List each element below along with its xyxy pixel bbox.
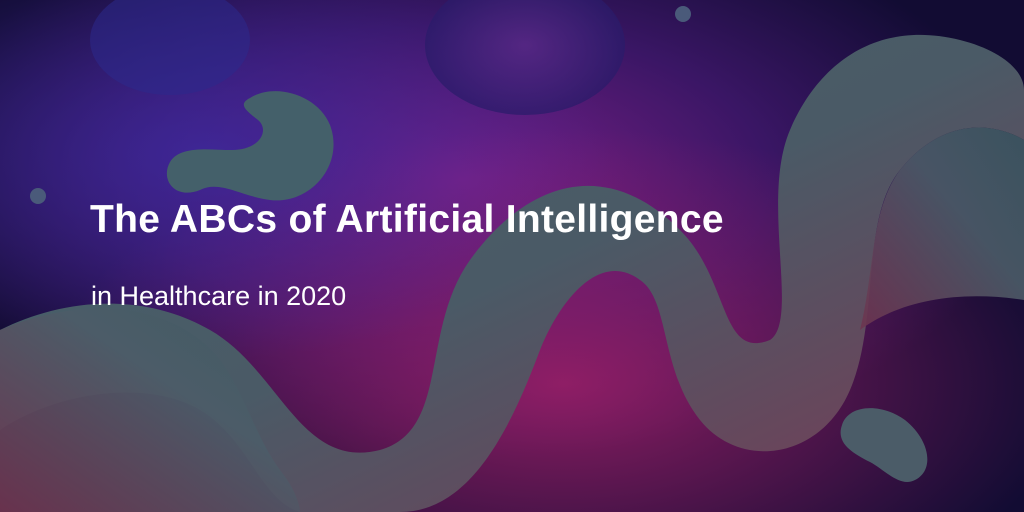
hero-banner: The ABCs of Artificial Intelligence in H… [0, 0, 1024, 512]
abstract-fluid-background [0, 0, 1024, 512]
dot-top [675, 6, 691, 22]
banner-title: The ABCs of Artificial Intelligence [90, 198, 724, 241]
dot-left [30, 188, 46, 204]
banner-subtitle: in Healthcare in 2020 [91, 281, 347, 311]
